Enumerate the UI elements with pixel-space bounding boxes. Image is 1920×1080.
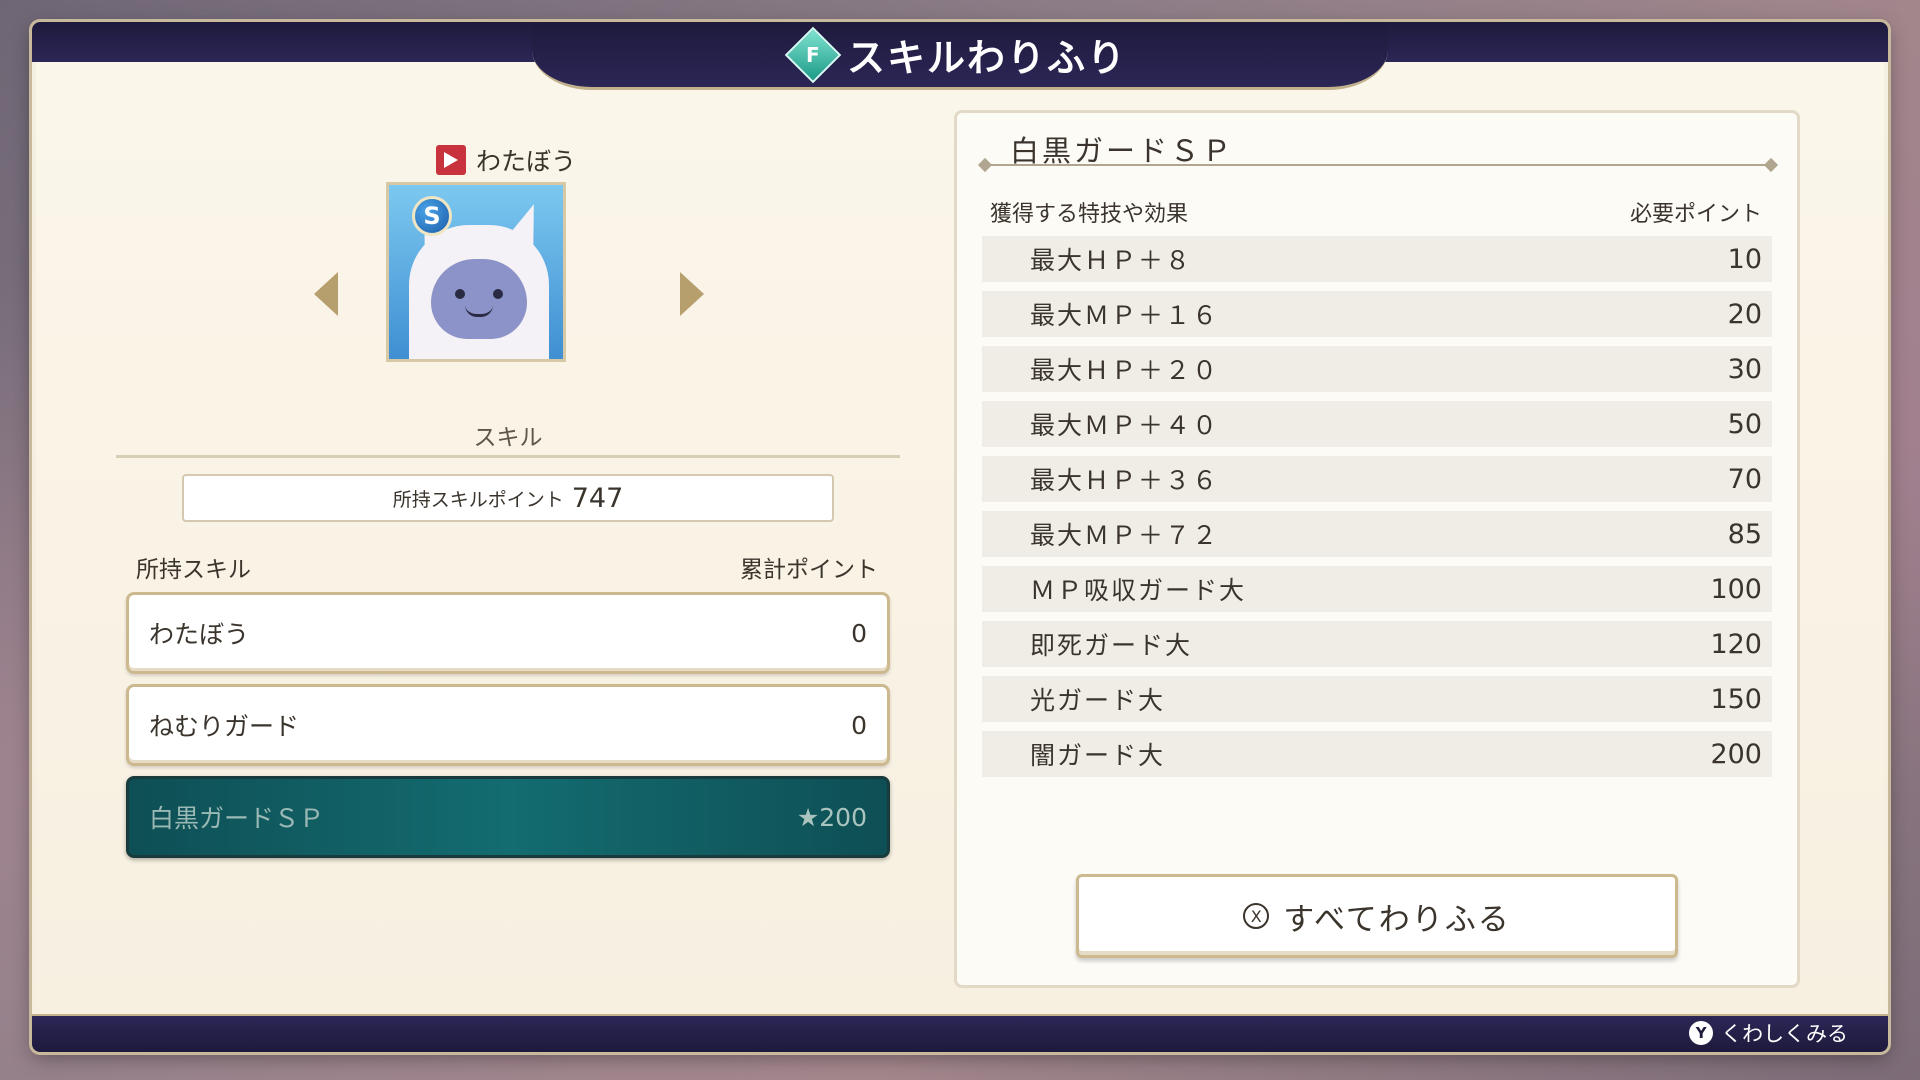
effect-points: 85: [1727, 518, 1762, 550]
portrait-mouth: [465, 305, 493, 317]
effect-points: 20: [1727, 298, 1762, 330]
skill-points-value: 747: [571, 482, 624, 514]
title-banner: F スキルわりふり: [532, 22, 1388, 90]
skill-menu-icon: F: [784, 26, 842, 83]
portrait-eye-left: [455, 289, 465, 299]
skill-name: ねむりガード: [149, 712, 300, 741]
effect-row: 最大ＨＰ＋３６ 70: [982, 456, 1772, 502]
effect-row: ＭＰ吸収ガード大 100: [982, 566, 1772, 612]
portrait-face: [431, 259, 527, 339]
character-name: わたぼう: [436, 142, 576, 178]
y-button-icon: Y: [1689, 1021, 1714, 1045]
effect-name: 最大ＭＰ＋７２: [1030, 521, 1220, 550]
skill-points-box: 所持スキルポイント 747: [182, 474, 834, 522]
effect-name: 最大ＨＰ＋８: [1030, 246, 1193, 275]
skill-points: 0: [851, 618, 867, 648]
assign-all-label: すべてわりふる: [1283, 901, 1511, 938]
effect-points: 200: [1710, 738, 1762, 770]
effect-row: 最大ＭＰ＋１６ 20: [982, 291, 1772, 337]
character-name-label: わたぼう: [476, 147, 577, 176]
assign-all-button[interactable]: X すべてわりふる: [1076, 874, 1678, 958]
effect-points: 150: [1710, 683, 1762, 715]
skill-row-sleep-guard[interactable]: ねむりガード 0: [126, 684, 890, 766]
effect-points: 70: [1727, 463, 1762, 495]
owned-skills-label: 所持スキル: [136, 557, 251, 583]
effect-name: 即死ガード大: [1030, 631, 1193, 660]
skill-name: わたぼう: [149, 620, 250, 649]
effect-points: 10: [1727, 243, 1762, 275]
effect-name: ＭＰ吸収ガード大: [1030, 576, 1247, 605]
skill-points: 0: [851, 710, 867, 740]
portrait-ear-right: [507, 199, 547, 247]
skill-points-label: 所持スキルポイント: [392, 488, 564, 511]
rank-badge-icon: S: [412, 196, 452, 236]
skill-section-header: スキル: [116, 418, 900, 458]
detail-columns-header: 獲得する特技や効果 必要ポイント: [990, 196, 1762, 227]
skill-name: 白黒ガードＳＰ: [149, 804, 325, 833]
effect-row: 最大ＭＰ＋７２ 85: [982, 511, 1772, 557]
details-hint[interactable]: Y くわしくみる: [1689, 1018, 1848, 1048]
next-character-arrow-icon[interactable]: [680, 272, 704, 316]
skill-points: ★200: [796, 802, 867, 832]
effect-name: 光ガード大: [1030, 686, 1166, 715]
total-points-label: 累計ポイント: [740, 557, 878, 583]
effect-name: 闇ガード大: [1030, 741, 1166, 770]
effect-name: 最大ＨＰ＋２０: [1030, 356, 1220, 385]
effect-points: 100: [1710, 573, 1762, 605]
owned-skills-header: 所持スキル 累計ポイント: [136, 550, 878, 583]
details-hint-label: くわしくみる: [1721, 1022, 1848, 1046]
detail-divider: [984, 164, 1772, 166]
prev-character-arrow-icon[interactable]: [314, 272, 338, 316]
effect-row: 即死ガード大 120: [982, 621, 1772, 667]
effect-points: 50: [1727, 408, 1762, 440]
effect-row: 最大ＨＰ＋２０ 30: [982, 346, 1772, 392]
effect-row: 最大ＭＰ＋４０ 50: [982, 401, 1772, 447]
skill-row-black-white-guard-selected[interactable]: 白黒ガードＳＰ ★200: [126, 776, 890, 858]
x-button-icon: X: [1243, 903, 1270, 929]
effects-column-label: 獲得する特技や効果: [990, 202, 1189, 227]
effect-points: 120: [1710, 628, 1762, 660]
page-title: スキルわりふり: [846, 36, 1127, 80]
effect-row: 最大ＨＰ＋８ 10: [982, 236, 1772, 282]
effect-row: 闇ガード大 200: [982, 731, 1772, 777]
required-points-column-label: 必要ポイント: [1629, 202, 1762, 227]
effect-row: 光ガード大 150: [982, 676, 1772, 722]
effect-name: 最大ＭＰ＋１６: [1030, 301, 1220, 330]
effect-name: 最大ＨＰ＋３６: [1030, 466, 1220, 495]
portrait-eye-right: [493, 289, 503, 299]
effect-name: 最大ＭＰ＋４０: [1030, 411, 1220, 440]
flag-icon: [436, 145, 466, 175]
bottom-bar: Y くわしくみる: [32, 1014, 1888, 1052]
skill-row-watabou[interactable]: わたぼう 0: [126, 592, 890, 674]
effect-points: 30: [1727, 353, 1762, 385]
